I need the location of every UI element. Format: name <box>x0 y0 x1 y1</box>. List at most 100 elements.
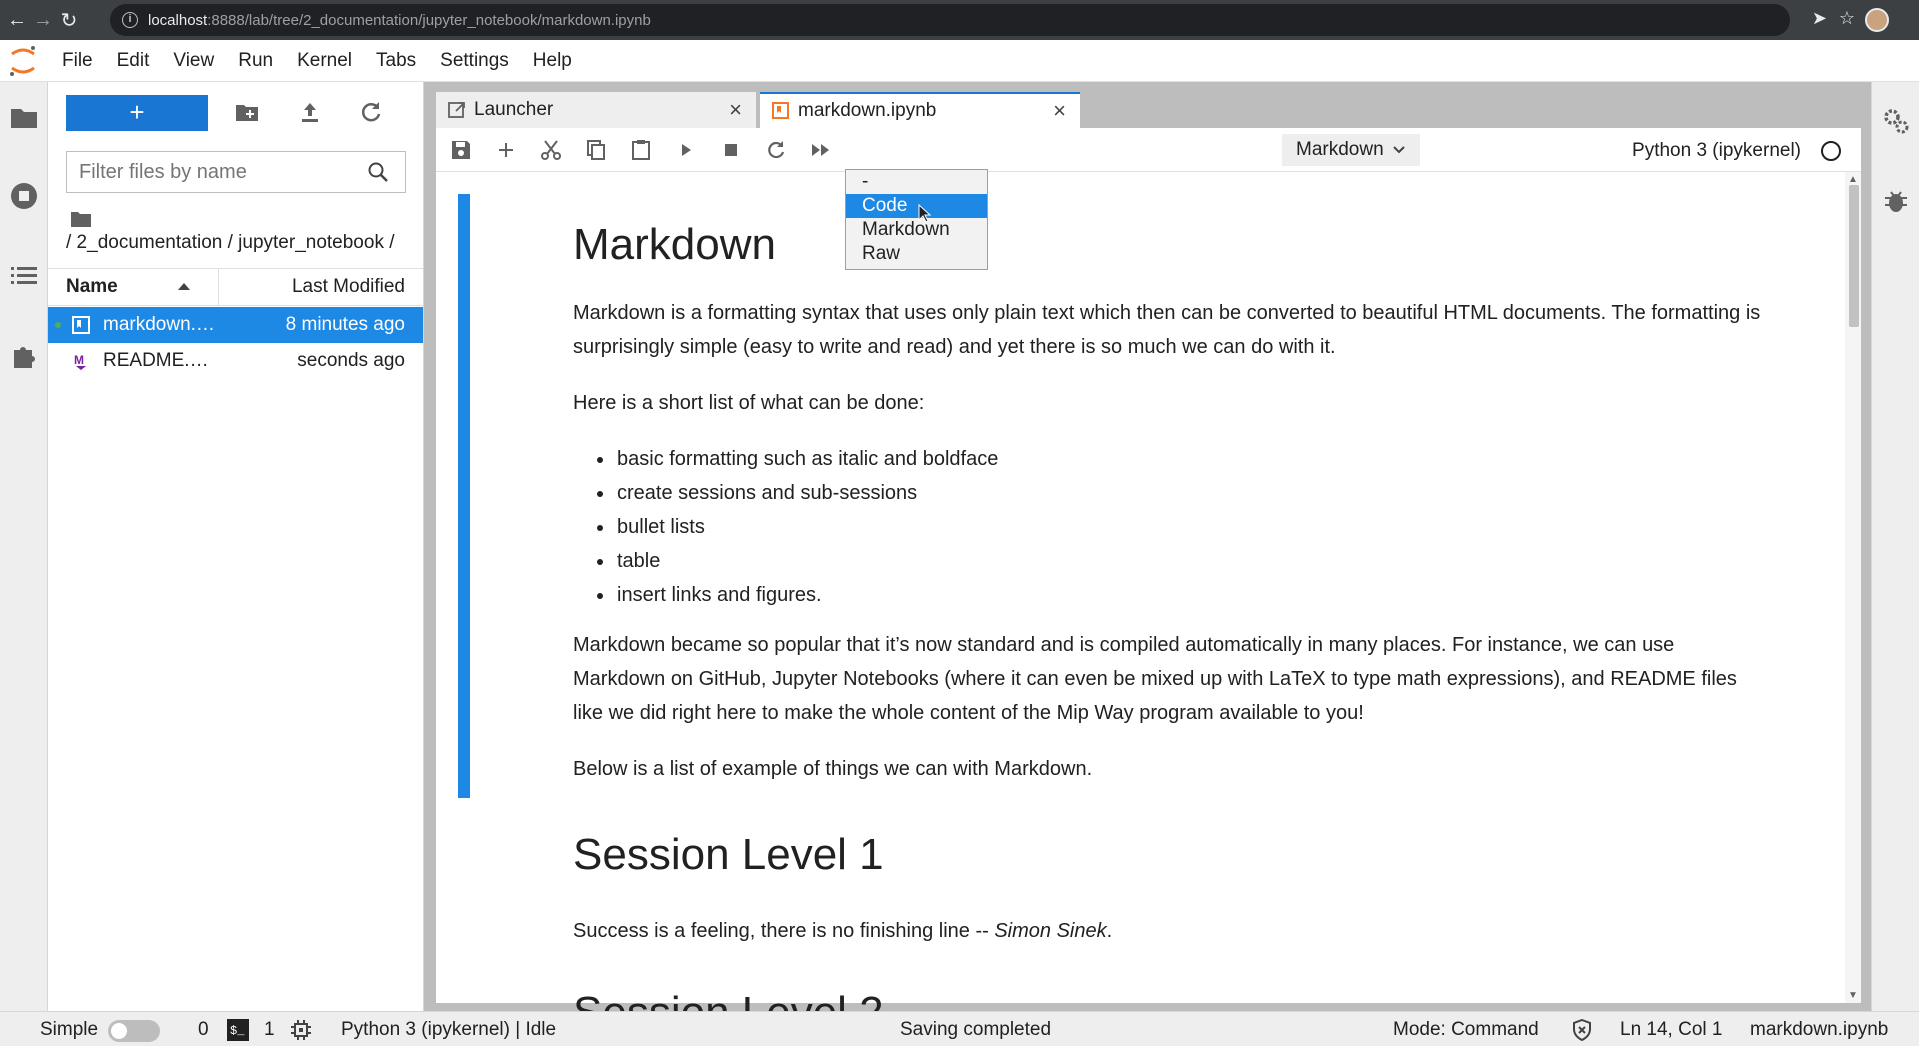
cell-collapser[interactable] <box>458 194 470 798</box>
menu-help[interactable]: Help <box>521 50 584 72</box>
column-modified-header[interactable]: Last Modified <box>292 276 405 298</box>
new-launcher-button[interactable]: + <box>66 95 208 131</box>
sort-ascending-icon <box>178 283 190 290</box>
quote-text: Success is a feeling, there is no finish… <box>573 920 995 942</box>
list-item: basic formatting such as italic and bold… <box>615 442 998 476</box>
kernel-status-text[interactable]: Python 3 (ipykernel) | Idle <box>341 1019 556 1041</box>
file-row[interactable]: M README.… seconds ago <box>48 343 423 379</box>
svg-text:M: M <box>74 353 84 367</box>
folder-icon[interactable] <box>8 102 40 134</box>
paragraph-list-intro: Here is a short list of what can be done… <box>573 392 925 414</box>
restart-icon[interactable] <box>764 138 788 162</box>
kernel-idle-icon <box>1821 141 1841 161</box>
list-item: insert links and figures. <box>615 578 998 612</box>
reload-icon[interactable]: ↻ <box>56 8 82 33</box>
send-icon[interactable]: ➤ <box>1812 8 1827 29</box>
menu-file[interactable]: File <box>50 50 105 72</box>
notebook-toolbar: Markdown Python 3 (ipykernel) <box>436 128 1861 172</box>
copy-icon[interactable] <box>584 138 608 162</box>
option-code[interactable]: Code <box>846 194 987 218</box>
launcher-icon <box>448 102 465 118</box>
home-folder-icon[interactable] <box>70 210 92 228</box>
url-path: :8888/lab/tree/2_documentation/jupyter_n… <box>207 11 651 29</box>
jupyter-logo-icon <box>0 40 46 82</box>
simple-mode-toggle[interactable] <box>108 1020 160 1042</box>
restart-run-all-icon[interactable] <box>809 138 833 162</box>
list-item: bullet lists <box>615 510 998 544</box>
profile-avatar[interactable] <box>1865 8 1889 32</box>
add-cell-icon[interactable] <box>494 138 518 162</box>
list-item: table <box>615 544 998 578</box>
extension-manager-icon[interactable] <box>8 340 40 372</box>
terminal-icon[interactable]: $_ <box>227 1019 249 1041</box>
quote-author: Simon Sinek <box>994 920 1107 942</box>
close-icon[interactable]: × <box>1053 98 1066 124</box>
file-name: markdown.… <box>103 314 215 335</box>
right-activity-bar <box>1871 82 1919 1011</box>
kernel-name[interactable]: Python 3 (ipykernel) <box>1632 140 1801 162</box>
paragraph-examples-intro: Below is a list of example of things we … <box>573 758 1093 780</box>
back-icon[interactable]: ← <box>4 9 30 32</box>
svg-text:$_: $_ <box>230 1024 245 1038</box>
tab-markdown-notebook[interactable]: markdown.ipynb × <box>760 92 1080 128</box>
upload-icon[interactable] <box>297 99 323 125</box>
simple-mode-label: Simple <box>40 1019 99 1040</box>
search-icon <box>368 162 388 182</box>
filter-files-input[interactable] <box>67 160 357 184</box>
close-icon[interactable]: × <box>729 97 742 123</box>
forward-icon[interactable]: → <box>30 9 56 32</box>
new-folder-icon[interactable] <box>234 99 260 125</box>
notebook-icon <box>772 102 789 119</box>
left-activity-bar <box>0 82 48 1011</box>
file-browser-panel: + / 2_documentation / jupyter_notebook /… <box>48 82 424 1011</box>
menu-tabs[interactable]: Tabs <box>364 50 428 72</box>
menu-settings[interactable]: Settings <box>428 50 521 72</box>
url-host: localhost <box>148 11 208 29</box>
stop-icon[interactable] <box>719 138 743 162</box>
quote-period: . <box>1106 920 1113 942</box>
column-divider[interactable] <box>218 269 219 305</box>
column-name-header[interactable]: Name <box>66 276 118 298</box>
filter-box <box>66 151 406 193</box>
paste-icon[interactable] <box>629 138 653 162</box>
notebook-icon <box>72 316 90 334</box>
menu-edit[interactable]: Edit <box>105 50 162 72</box>
option-raw[interactable]: Raw <box>846 242 987 266</box>
menu-bar: File Edit View Run Kernel Tabs Settings … <box>0 40 1919 82</box>
running-sessions-icon[interactable] <box>8 180 40 212</box>
bookmark-star-icon[interactable]: ☆ <box>1839 8 1855 29</box>
cell-type-select[interactable]: Markdown <box>1282 134 1420 166</box>
table-of-contents-icon[interactable] <box>8 260 40 292</box>
scrollbar-thumb[interactable] <box>1849 185 1859 327</box>
cut-icon[interactable] <box>539 138 563 162</box>
current-filename: markdown.ipynb <box>1750 1019 1889 1040</box>
cursor-position[interactable]: Ln 14, Col 1 <box>1620 1019 1722 1041</box>
trust-shield-icon[interactable] <box>1571 1019 1593 1041</box>
file-row[interactable]: markdown.… 8 minutes ago <box>48 307 423 343</box>
breadcrumb[interactable]: / 2_documentation / jupyter_notebook / <box>66 232 395 254</box>
debugger-icon[interactable] <box>1881 186 1911 216</box>
markdown-file-icon: M <box>74 353 86 370</box>
run-icon[interactable] <box>674 138 698 162</box>
scroll-up-icon[interactable]: ▲ <box>1848 174 1858 185</box>
address-bar[interactable]: i localhost:8888/lab/tree/2_documentatio… <box>110 4 1790 36</box>
property-inspector-icon[interactable] <box>1881 106 1911 136</box>
menu-view[interactable]: View <box>161 50 226 72</box>
site-info-icon[interactable]: i <box>122 12 138 28</box>
bullet-list: basic formatting such as italic and bold… <box>615 442 998 612</box>
refresh-icon[interactable] <box>358 99 384 125</box>
file-modified: 8 minutes ago <box>285 314 405 335</box>
kernel-chip-icon[interactable] <box>290 1019 312 1041</box>
option-none[interactable]: - <box>846 170 987 194</box>
chevron-down-icon <box>1392 146 1405 154</box>
menu-kernel[interactable]: Kernel <box>285 50 364 72</box>
file-name: README.… <box>103 350 209 371</box>
scroll-down-icon[interactable]: ▼ <box>1848 990 1858 1001</box>
mode-indicator: Mode: Command <box>1393 1019 1539 1040</box>
browser-toolbar: ← → ↻ i localhost:8888/lab/tree/2_docume… <box>0 0 1919 40</box>
heading-markdown: Markdown <box>573 220 776 269</box>
tab-launcher[interactable]: Launcher × <box>436 92 756 128</box>
option-markdown[interactable]: Markdown <box>846 218 987 242</box>
save-icon[interactable] <box>449 138 473 162</box>
menu-run[interactable]: Run <box>226 50 285 72</box>
